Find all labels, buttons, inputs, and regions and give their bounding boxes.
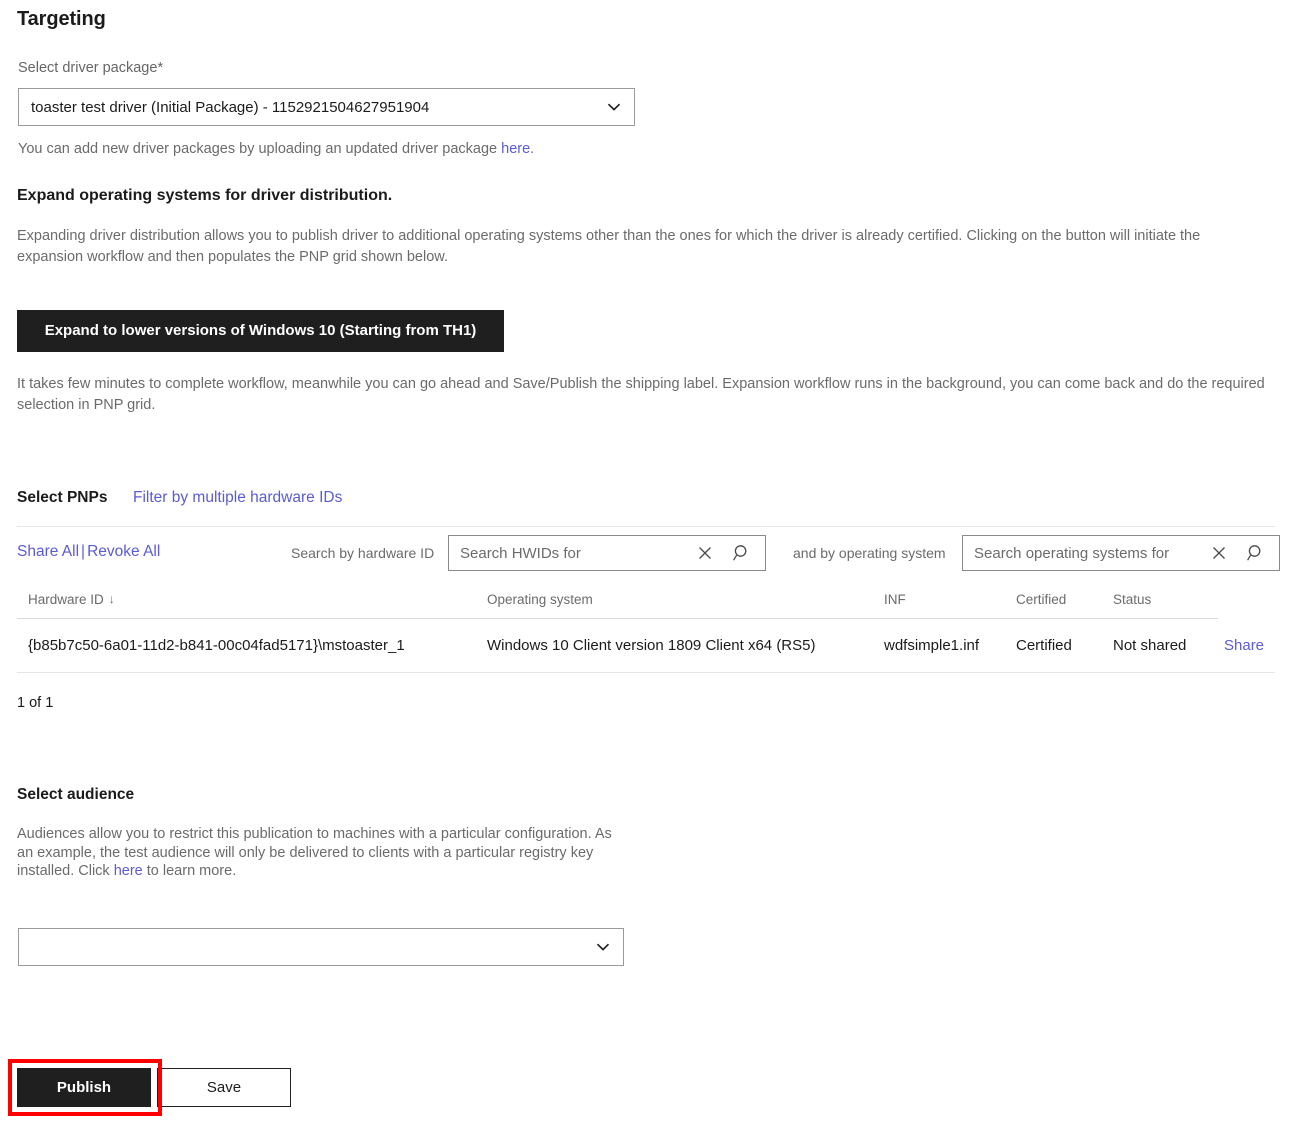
grid-row-divider (17, 672, 1275, 673)
grid-header-divider (17, 618, 1218, 619)
page-title: Targeting (17, 8, 106, 30)
column-header-status[interactable]: Status (1113, 592, 1151, 607)
column-header-operating-system[interactable]: Operating system (487, 592, 593, 607)
driver-package-select[interactable]: toaster test driver (Initial Package) - … (18, 88, 635, 126)
share-all-link[interactable]: Share All (17, 543, 79, 560)
audience-selected-value (31, 929, 583, 965)
expand-section-heading: Expand operating systems for driver dist… (17, 187, 393, 204)
filter-by-multiple-hardware-ids-link[interactable]: Filter by multiple hardware IDs (133, 489, 342, 507)
audience-learn-more-link[interactable]: here (114, 863, 143, 879)
table-row-share-action[interactable]: Share (1224, 637, 1264, 654)
chevron-down-icon (596, 940, 610, 954)
publish-button[interactable]: Publish (17, 1068, 151, 1107)
targeting-page: Targeting Select driver package* toaster… (0, 0, 1290, 1125)
search-hwid-input[interactable] (460, 536, 692, 570)
revoke-all-link[interactable]: Revoke All (87, 543, 160, 560)
table-row-operating-system: Windows 10 Client version 1809 Client x6… (487, 637, 816, 654)
upload-driver-package-link[interactable]: here (501, 141, 530, 157)
audience-section-description: Audiences allow you to restrict this pub… (17, 825, 627, 881)
toolbar-top-divider (17, 526, 1275, 527)
search-hwid-box[interactable] (448, 535, 766, 571)
column-header-hardware-id-label: Hardware ID (28, 592, 104, 607)
table-row-certified: Certified (1016, 637, 1072, 654)
expand-section-description: Expanding driver distribution allows you… (17, 228, 1201, 265)
pnp-section-heading: Select PNPs (17, 489, 108, 506)
driver-package-selected-value: toaster test driver (Initial Package) - … (31, 98, 430, 116)
clear-os-search-icon[interactable] (1208, 542, 1230, 564)
audience-section-heading: Select audience (17, 786, 135, 803)
driver-package-label: Select driver package* (18, 60, 163, 76)
expand-to-lower-versions-button[interactable]: Expand to lower versions of Windows 10 (… (17, 310, 504, 352)
column-header-inf[interactable]: INF (884, 592, 906, 607)
audience-description-before: Audiences allow you to restrict this pub… (17, 826, 612, 880)
share-revoke-separator: | (81, 543, 86, 560)
search-hwid-prefix-label: Search by hardware ID (291, 545, 435, 561)
audience-select[interactable] (18, 928, 624, 966)
column-header-certified[interactable]: Certified (1016, 592, 1066, 607)
table-row-hardware-id: {b85b7c50-6a01-11d2-b841-00c04fad5171}\m… (28, 637, 405, 654)
search-os-submit-icon[interactable] (1245, 542, 1267, 564)
driver-package-label-text: Select driver package (18, 60, 158, 76)
table-row-inf: wdfsimple1.inf (884, 637, 980, 654)
audience-description-after: to learn more. (142, 863, 237, 880)
search-os-box[interactable] (962, 535, 1280, 571)
share-link[interactable]: Share (1224, 637, 1264, 654)
search-hwid-submit-icon[interactable] (731, 542, 753, 564)
driver-package-helper: You can add new driver packages by uploa… (18, 141, 534, 157)
chevron-down-icon (607, 100, 621, 114)
search-os-input[interactable] (974, 536, 1206, 570)
driver-package-helper-before: You can add new driver packages by uploa… (18, 141, 502, 157)
clear-hwid-search-icon[interactable] (694, 542, 716, 564)
column-header-hardware-id[interactable]: Hardware ID ↓ (28, 592, 115, 607)
search-os-prefix-label: and by operating system (793, 545, 946, 561)
table-row-status: Not shared (1113, 637, 1187, 654)
expand-section-note: It takes few minutes to complete workflo… (17, 376, 1265, 413)
share-revoke-actions: Share All | Revoke All (17, 543, 160, 561)
sort-descending-icon: ↓ (108, 592, 115, 606)
grid-count-text: 1 of 1 (17, 695, 54, 711)
save-button[interactable]: Save (157, 1068, 291, 1107)
driver-package-helper-after: . (530, 141, 535, 157)
required-marker: * (157, 60, 164, 76)
